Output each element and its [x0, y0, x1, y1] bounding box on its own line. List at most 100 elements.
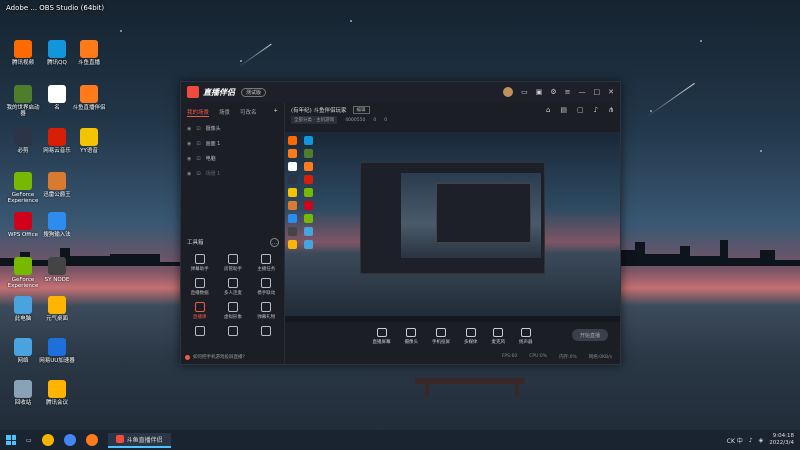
scene-label: 场景 1 [205, 171, 221, 177]
help-tip[interactable]: 如何把手机游戏投屏直播？ [185, 354, 247, 360]
desktop-icon[interactable]: SY NODE [38, 257, 76, 283]
preview-desktop-icon [288, 149, 297, 158]
desktop-icon[interactable]: GeForce Experience [4, 172, 42, 205]
scene-item[interactable]: ◉ ⊡ 电脑 [181, 151, 284, 166]
eye-icon[interactable]: ◉ [187, 126, 191, 132]
desktop-icon[interactable]: 元气桌面 [38, 296, 76, 322]
lock-icon[interactable]: ⊡ [196, 126, 200, 132]
control-button[interactable]: 直播屏幕 [373, 327, 391, 345]
volume-icon[interactable]: ♪ [749, 437, 753, 444]
toolbox-item[interactable]: 房管助手 [216, 254, 249, 272]
desktop-icon[interactable]: 腾讯视频 [4, 40, 42, 66]
share-network-icon[interactable]: ⋔ [608, 106, 614, 114]
desktop-icon-label: WPS Office [7, 232, 39, 238]
desktop-icon[interactable]: 此电脑 [4, 296, 42, 322]
toolbox-item[interactable]: 多人连麦 [216, 278, 249, 296]
app-icon [14, 172, 32, 190]
tool-label: 主播任务 [257, 267, 276, 272]
network-icon[interactable]: ◈ [759, 437, 764, 444]
lock-icon[interactable]: ⊡ [196, 156, 200, 162]
desktop-icon-label: 此电脑 [14, 316, 32, 322]
eye-icon[interactable]: ◉ [187, 156, 191, 162]
toolbox-item[interactable] [216, 326, 249, 338]
toolbox-item[interactable] [183, 326, 216, 338]
desktop-icon[interactable]: 网易UU加速器 [38, 338, 76, 364]
settings-icon[interactable]: ⚙ [550, 88, 556, 96]
toolbox-item[interactable]: 携手联动 [250, 278, 283, 296]
gift-box-icon[interactable]: ▤ [560, 106, 567, 114]
scene-item[interactable]: ◉ ⊡ 摄像头 [181, 121, 284, 136]
avatar[interactable] [503, 87, 514, 97]
tab-my-scenes[interactable]: 我的场景 [187, 108, 210, 117]
minimize-icon[interactable]: — [579, 88, 586, 96]
bell-icon[interactable]: ♪ [594, 106, 598, 114]
control-button[interactable]: 扬声器 [519, 327, 533, 345]
app-icon [48, 338, 66, 356]
desktop-icon[interactable]: 迅雷公爵王 [38, 172, 76, 198]
pinned-app-icon[interactable] [41, 434, 54, 446]
more-icon[interactable]: … [270, 238, 279, 247]
tool-label: 携手联动 [257, 291, 276, 296]
desktop-icon[interactable]: 搜狗输入法 [38, 212, 76, 238]
toolbox-item[interactable]: 弹幕助手 [183, 254, 216, 272]
lock-icon[interactable]: ⊡ [196, 141, 200, 147]
pinned-app-icon[interactable] [63, 434, 76, 446]
toolbox-item[interactable]: 弹幕礼物 [250, 302, 283, 320]
start-live-button[interactable]: 开始直播 [572, 329, 608, 341]
toolbox-item[interactable]: 虚拟形象 [216, 302, 249, 320]
clock[interactable]: 9:04:18 2022/3/4 [769, 433, 794, 446]
pinned-app-icon[interactable] [85, 434, 98, 446]
windows-start-icon[interactable] [6, 435, 16, 445]
category-selector[interactable]: 全部分类 · 主机游戏 [291, 116, 338, 124]
desktop-icon[interactable]: 我的世界启动器 [4, 85, 42, 118]
desktop-icon[interactable]: 斗鱼直播 [70, 40, 108, 66]
preview-nested-window [360, 162, 545, 274]
preview-desktop-icon [288, 175, 297, 184]
app-icon [48, 172, 66, 190]
add-scene-button[interactable]: + [273, 108, 278, 117]
desktop-icon[interactable]: GeForce Experience [4, 257, 42, 290]
eye-icon[interactable]: ◉ [187, 171, 191, 177]
app-icon [14, 40, 32, 58]
message-icon[interactable]: ▭ [521, 88, 528, 96]
desktop-icon[interactable]: 必剪 [4, 128, 42, 154]
close-icon[interactable]: ✕ [608, 88, 614, 96]
control-button[interactable]: 多媒体 [464, 327, 478, 345]
desktop-icon[interactable]: 回收站 [4, 380, 42, 406]
desktop-icon[interactable]: 腾讯会议 [38, 380, 76, 406]
share-icon[interactable]: ⌂ [546, 106, 550, 114]
stream-preview[interactable] [285, 132, 620, 322]
preview-desktop-icon [304, 162, 313, 171]
desktop-icon[interactable]: 网络 [4, 338, 42, 364]
edit-button[interactable]: 编辑 [352, 106, 370, 114]
toolbox-item[interactable]: 直播课 [183, 302, 216, 320]
desktop-icon-label: GeForce Experience [7, 277, 39, 290]
eye-icon[interactable]: ◉ [187, 141, 191, 147]
toolbox-item[interactable]: 直播数据 [183, 278, 216, 296]
app-icon [14, 296, 32, 314]
desktop-icon-label: 迅雷公爵王 [43, 192, 71, 198]
task-view-icon[interactable]: ▭ [26, 437, 32, 444]
app-icon [80, 40, 98, 58]
gift-icon[interactable]: ▣ [536, 88, 543, 96]
desktop-icon[interactable]: 斗鱼直播伴侣 [70, 85, 108, 111]
scene-item[interactable]: ◉ ⊡ 画面 1 [181, 136, 284, 151]
menu-icon[interactable]: ≡ [565, 88, 571, 96]
control-button[interactable]: 摄像头 [405, 327, 418, 345]
taskbar-active-app[interactable]: 斗鱼直播伴侣 [107, 432, 171, 448]
lock-icon[interactable]: ⊡ [196, 171, 200, 177]
toolbox-item[interactable]: 主播任务 [250, 254, 283, 272]
toolbox-item[interactable] [250, 326, 283, 338]
desktop-icon[interactable]: YY语音 [70, 128, 108, 154]
record-icon[interactable]: ▢ [577, 106, 584, 114]
control-button[interactable]: 麦克风 [492, 327, 505, 345]
version-badge[interactable]: 测试版 [241, 87, 267, 97]
tray-text[interactable]: CK 中 [727, 436, 743, 445]
control-button[interactable]: 手机投屏 [432, 327, 450, 345]
maximize-icon[interactable]: □ [594, 88, 601, 96]
tab-scenes[interactable]: 场景 [219, 108, 230, 117]
preview-desktop-icon [304, 149, 313, 158]
tab-rename[interactable]: 可改名 [240, 108, 257, 117]
desktop-icon[interactable]: WPS Office [4, 212, 42, 238]
scene-item[interactable]: ◉ ⊡ 场景 1 [181, 166, 284, 181]
